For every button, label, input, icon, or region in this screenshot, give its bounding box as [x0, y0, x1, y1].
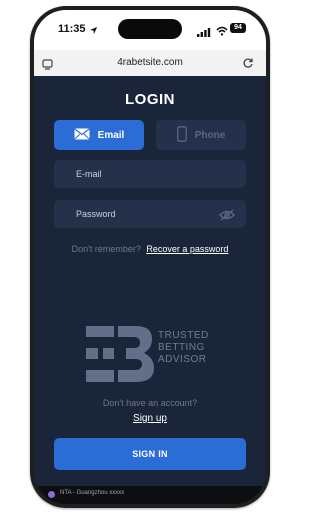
- sign-in-button[interactable]: SIGN IN: [54, 438, 246, 470]
- notification-bar: NTA - Guangzhou xxxxx: [34, 486, 266, 504]
- wordmark-line-3: ADVISOR: [158, 354, 207, 365]
- login-page: LOGIN Email Phone E-mail Don't remember?…: [34, 76, 266, 486]
- tba-logo-icon: [86, 326, 154, 387]
- email-field[interactable]: [54, 160, 246, 188]
- wordmark-line-1: TRUSTED: [158, 330, 209, 341]
- no-account-text: Don't have an account?: [102, 398, 198, 408]
- app-icon: [48, 491, 55, 498]
- signal-icon: [197, 24, 211, 42]
- tab-phone-label: Phone: [194, 129, 226, 141]
- url-text[interactable]: 4rabetsite.com: [34, 57, 266, 68]
- email-input[interactable]: [76, 160, 226, 188]
- tab-email-label: Email: [97, 129, 125, 141]
- password-field[interactable]: [54, 200, 246, 228]
- status-time: 11:35: [58, 23, 86, 35]
- dynamic-island: [118, 19, 182, 39]
- signup-link[interactable]: Sign up: [34, 413, 266, 424]
- trusted-betting-advisor-wordmark: TRUSTED BETTING ADVISOR: [158, 330, 209, 366]
- notification-text: NTA - Guangzhou xxxxx: [60, 490, 125, 496]
- envelope-icon: [74, 128, 90, 143]
- eye-off-icon[interactable]: [219, 208, 235, 226]
- reload-icon[interactable]: [242, 56, 254, 74]
- battery-icon: 94: [230, 23, 246, 33]
- browser-address-bar[interactable]: 4rabetsite.com: [34, 50, 266, 77]
- wifi-icon: [216, 23, 228, 41]
- tab-phone[interactable]: Phone: [156, 120, 246, 150]
- phone-icon: [176, 125, 187, 145]
- password-input[interactable]: [76, 200, 226, 228]
- forgot-password-row: Don't remember? Recover a password: [34, 244, 266, 254]
- tab-email[interactable]: Email: [54, 120, 144, 150]
- status-bar: 11:35 94: [34, 10, 266, 50]
- forgot-text: Don't remember?: [71, 244, 141, 254]
- phone-screen: 11:35 94 4rabetsite.com LOGIN Email Phon…: [34, 10, 266, 504]
- recover-password-link[interactable]: Recover a password: [146, 244, 228, 254]
- location-arrow-icon: [89, 22, 98, 40]
- wordmark-line-2: BETTING: [158, 342, 205, 353]
- page-title: LOGIN: [125, 91, 175, 108]
